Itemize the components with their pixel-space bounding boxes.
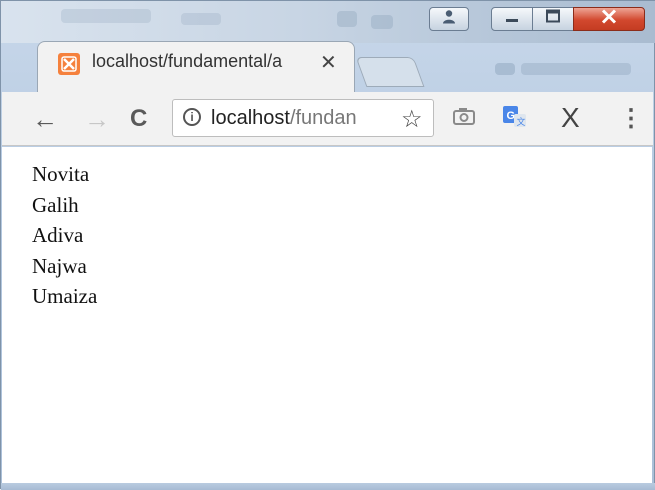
list-item: Novita: [32, 162, 90, 186]
list-item: Umaiza: [32, 284, 98, 308]
svg-text:文: 文: [517, 116, 526, 127]
svg-text:G: G: [507, 110, 516, 122]
tab-title: localhost/fundamental/a: [92, 51, 283, 71]
xampp-icon: [58, 53, 80, 75]
url-host: localhost: [211, 107, 290, 129]
url-path: /fundan: [289, 107, 357, 129]
info-icon[interactable]: i: [183, 108, 201, 126]
camera-icon[interactable]: [452, 106, 476, 131]
translate-icon[interactable]: G文: [502, 105, 528, 134]
bookmark-star-icon[interactable]: ☆: [401, 105, 423, 134]
new-tab-button[interactable]: [355, 57, 425, 87]
page-left-margin: [2, 147, 16, 483]
maximize-icon: [545, 9, 561, 29]
forward-button[interactable]: →: [84, 104, 110, 135]
list-item: Galih: [32, 192, 79, 217]
maximize-button[interactable]: [532, 7, 574, 31]
back-button[interactable]: ←: [32, 104, 58, 135]
address-bar[interactable]: i localhost/fundan ☆: [172, 99, 434, 137]
menu-button[interactable]: ⋮: [619, 104, 643, 133]
browser-window: localhost/fundamental/a ✕ ← → C i localh…: [0, 0, 655, 490]
list-item: Adiva: [32, 223, 84, 247]
person-icon: [441, 9, 457, 30]
minimize-icon: [504, 10, 520, 28]
list-item: Najwa: [32, 253, 87, 278]
browser-tab[interactable]: localhost/fundamental/a ✕: [37, 41, 355, 93]
page-content: Novita Galih Adiva Najwa Umaiza: [16, 147, 652, 483]
close-icon: [600, 9, 618, 30]
extension-x-button[interactable]: X: [561, 102, 580, 134]
reload-button[interactable]: C: [130, 105, 147, 133]
minimize-button[interactable]: [491, 7, 533, 31]
profile-button[interactable]: [429, 7, 469, 31]
toolbar: ← → C i localhost/fundan ☆ G文 X ⋮: [2, 92, 653, 146]
name-list: Novita Galih Adiva Najwa Umaiza: [32, 159, 97, 312]
url-text[interactable]: localhost/fundan: [211, 107, 401, 130]
tab-close-button[interactable]: ✕: [320, 50, 337, 75]
close-window-button[interactable]: [573, 7, 645, 31]
